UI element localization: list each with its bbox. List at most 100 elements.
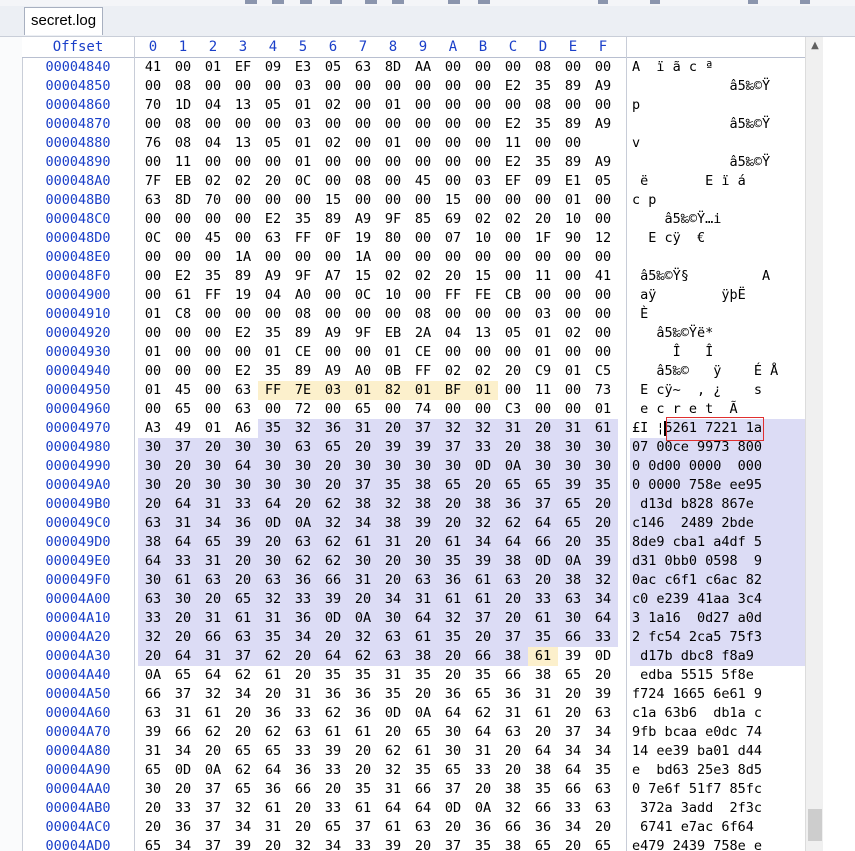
hex-byte[interactable]: 63 [138,514,168,533]
hex-byte[interactable]: 33 [348,837,378,851]
ascii-text[interactable]: 0 0d00 0000 000 [630,457,805,476]
tab-secret-log[interactable]: secret.log [24,7,104,35]
hex-row[interactable]: 00004900 00 61 FF 19 04 A0 00 0C 10 00 FF FE CB 00 00 00… [22,286,805,305]
hex-byte[interactable]: 37 [438,837,468,851]
hex-editor[interactable]: Offset 0123456789ABCDEF 00004840 41 00 01 EF… [22,37,805,851]
ascii-text[interactable]: v [630,134,805,153]
hex-byte[interactable]: 35 [378,685,408,704]
hex-byte[interactable]: 00 [228,153,258,172]
toolbar-icon[interactable] [392,0,404,4]
hex-byte[interactable]: 20 [318,476,348,495]
hex-byte[interactable]: 61 [408,628,438,647]
hex-byte[interactable]: 30 [198,457,228,476]
hex-byte[interactable]: 20 [558,533,588,552]
hex-byte[interactable]: 00 [468,58,498,77]
hex-byte[interactable]: 30 [408,552,438,571]
hex-byte[interactable]: 63 [138,704,168,723]
hex-byte[interactable]: FF [408,362,438,381]
hex-byte[interactable]: 00 [408,248,438,267]
hex-byte[interactable]: 01 [528,324,558,343]
hex-byte[interactable]: 30 [288,476,318,495]
hex-byte[interactable]: 00 [138,362,168,381]
hex-byte[interactable]: 0D [588,647,618,666]
hex-byte[interactable]: 08 [288,305,318,324]
ascii-text[interactable]: ë E ï á [630,172,805,191]
hex-byte[interactable]: 09 [528,172,558,191]
hex-byte[interactable]: 31 [468,742,498,761]
hex-byte[interactable]: 34 [228,818,258,837]
hex-byte[interactable]: E2 [228,362,258,381]
hex-byte[interactable]: 33 [468,438,498,457]
hex-byte[interactable]: 65 [168,400,198,419]
hex-byte[interactable]: 37 [408,419,438,438]
hex-byte[interactable]: 90 [558,229,588,248]
hex-byte[interactable]: 61 [168,571,198,590]
hex-byte[interactable]: 20 [408,533,438,552]
hex-byte[interactable]: 00 [318,343,348,362]
hex-byte[interactable]: BF [438,381,468,400]
hex-byte[interactable]: 33 [468,761,498,780]
hex-byte[interactable]: 00 [318,305,348,324]
hex-byte[interactable]: 0D [258,514,288,533]
hex-byte[interactable]: 70 [138,96,168,115]
hex-byte[interactable]: 00 [138,248,168,267]
hex-byte[interactable]: 15 [348,267,378,286]
hex-byte[interactable]: 20 [138,818,168,837]
hex-byte[interactable]: 20 [528,723,558,742]
hex-byte[interactable]: C8 [168,305,198,324]
hex-byte[interactable]: 62 [318,552,348,571]
hex-byte[interactable]: 20 [198,590,228,609]
hex-byte[interactable]: 20 [138,799,168,818]
hex-byte[interactable]: 61 [348,533,378,552]
ascii-text[interactable]: â5‰©Ÿ [630,77,805,96]
hex-byte[interactable]: 31 [198,495,228,514]
hex-byte[interactable]: 32 [138,628,168,647]
hex-byte[interactable]: 31 [348,571,378,590]
hex-byte[interactable]: 33 [288,742,318,761]
hex-byte[interactable]: 02 [378,267,408,286]
hex-byte[interactable]: 37 [198,837,228,851]
hex-byte[interactable]: 35 [588,533,618,552]
hex-byte[interactable]: 00 [408,191,438,210]
hex-byte[interactable]: 0A [288,514,318,533]
hex-byte[interactable]: 36 [498,495,528,514]
hex-byte[interactable]: 00 [168,362,198,381]
ascii-text[interactable]: â5‰©Ÿ§ A [630,267,805,286]
hex-byte[interactable]: 37 [558,723,588,742]
hex-byte[interactable]: 33 [318,761,348,780]
hex-byte[interactable]: 62 [228,761,258,780]
hex-byte[interactable]: 34 [468,533,498,552]
hex-byte[interactable]: 20 [498,761,528,780]
hex-byte[interactable]: 20 [348,761,378,780]
hex-byte[interactable]: 00 [258,248,288,267]
hex-row[interactable]: 000048A0 7F EB 02 02 20 0C 00 08 00 45 00 03 EF 09 E1 05… [22,172,805,191]
hex-byte[interactable]: 08 [408,305,438,324]
hex-byte[interactable]: 00 [438,400,468,419]
hex-byte[interactable]: 64 [258,761,288,780]
hex-byte[interactable]: 30 [168,590,198,609]
hex-byte[interactable]: 11 [168,153,198,172]
hex-byte[interactable]: 64 [528,742,558,761]
ascii-text[interactable]: â5‰©Ÿ…i [630,210,805,229]
hex-byte[interactable]: 62 [258,647,288,666]
hex-byte[interactable]: 20 [348,590,378,609]
hex-byte[interactable]: 00 [378,172,408,191]
toolbar-icon[interactable] [365,0,377,4]
hex-byte[interactable]: 20 [558,837,588,851]
hex-byte[interactable]: 00 [558,381,588,400]
hex-byte[interactable]: 35 [258,362,288,381]
hex-byte[interactable]: 65 [408,723,438,742]
hex-byte[interactable]: 33 [528,590,558,609]
hex-byte[interactable]: 36 [348,685,378,704]
hex-byte[interactable]: 0D [378,704,408,723]
hex-byte[interactable]: 02 [408,267,438,286]
hex-byte[interactable]: 9F [288,267,318,286]
hex-byte[interactable]: 01 [138,305,168,324]
hex-byte[interactable]: 01 [288,153,318,172]
hex-byte[interactable]: 36 [228,514,258,533]
hex-byte[interactable]: 04 [198,96,228,115]
hex-byte[interactable]: 9F [378,210,408,229]
hex-byte[interactable]: 63 [558,590,588,609]
hex-byte[interactable]: 32 [288,837,318,851]
hex-byte[interactable]: 37 [168,685,198,704]
